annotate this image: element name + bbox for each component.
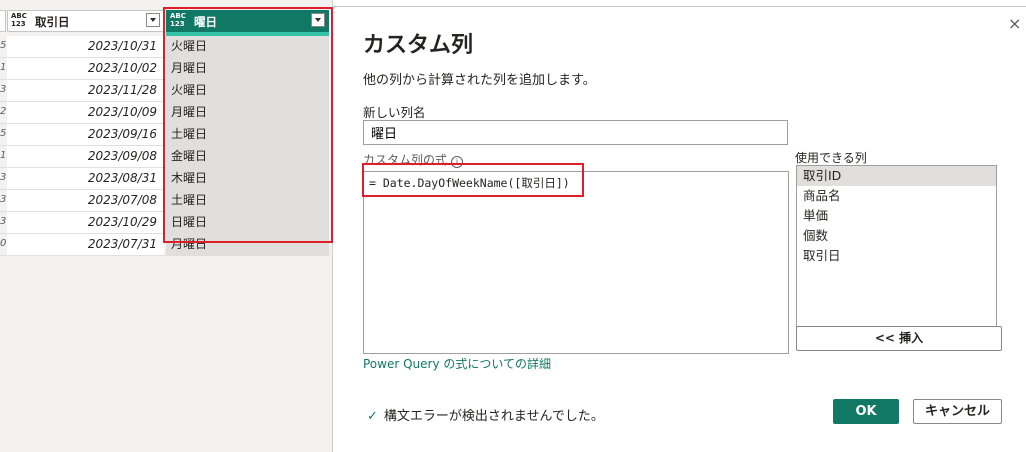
table-cell-date[interactable]: 2023/07/31 — [7, 234, 164, 255]
insert-button[interactable]: << 挿入 — [796, 326, 1002, 351]
highlight-box-column — [163, 7, 333, 243]
cancel-button[interactable]: キャンセル — [913, 399, 1002, 424]
table-cell[interactable]: 3 — [0, 80, 6, 101]
column-filter-button[interactable] — [146, 13, 160, 27]
ok-button[interactable]: OK — [833, 399, 899, 424]
table-cell-date[interactable]: 2023/09/08 — [7, 146, 164, 167]
custom-formula-editor[interactable] — [363, 171, 789, 354]
formula-bar-strip-right — [806, 0, 1026, 7]
new-column-name-input[interactable] — [363, 120, 788, 145]
chevron-down-icon — [150, 18, 156, 22]
table-cell-date[interactable]: 2023/10/31 — [7, 36, 164, 57]
table-cell[interactable]: 3 — [0, 212, 6, 233]
syntax-status: ✓ 構文エラーが検出されませんでした。 — [367, 405, 604, 424]
column-header-partial[interactable] — [0, 10, 6, 32]
table-cell-date[interactable]: 2023/09/16 — [7, 124, 164, 145]
table-cell[interactable]: 1 — [0, 58, 6, 79]
table-cell-date[interactable]: 2023/10/29 — [7, 212, 164, 233]
table-cell[interactable]: 2 — [0, 102, 6, 123]
new-column-name-label: 新しい列名 — [363, 105, 426, 120]
syntax-status-text: 構文エラーが検出されませんでした。 — [383, 409, 604, 424]
list-item[interactable]: 単価 — [797, 206, 996, 226]
table-cell-date[interactable]: 2023/10/02 — [7, 58, 164, 79]
check-icon: ✓ — [367, 409, 378, 424]
list-item[interactable]: 取引ID — [797, 166, 996, 186]
table-cell-date[interactable]: 2023/10/09 — [7, 102, 164, 123]
dialog-description: 他の列から計算された列を追加します。 — [363, 73, 596, 88]
table-cell-date[interactable]: 2023/11/28 — [7, 80, 164, 101]
list-item[interactable]: 取引日 — [797, 246, 996, 266]
power-query-help-link[interactable]: Power Query の式についての詳細 — [363, 355, 551, 372]
table-cell[interactable]: 3 — [0, 190, 6, 211]
available-columns-list[interactable]: 取引ID 商品名 単価 個数 取引日 — [796, 165, 997, 343]
list-item[interactable]: 個数 — [797, 226, 996, 246]
highlight-box-formula — [362, 163, 584, 197]
column-header-torihikibi[interactable]: ABC 123 取引日 — [7, 10, 164, 32]
dialog-title: カスタム列 — [363, 33, 474, 58]
table-cell[interactable]: 5 — [0, 124, 6, 145]
list-item[interactable]: 商品名 — [797, 186, 996, 206]
column-header-label: 取引日 — [35, 15, 70, 29]
table-cell-date[interactable]: 2023/08/31 — [7, 168, 164, 189]
table-cell[interactable]: 1 — [0, 146, 6, 167]
table-cell[interactable]: 0 — [0, 234, 6, 255]
table-cell-date[interactable]: 2023/07/08 — [7, 190, 164, 211]
table-cell[interactable]: 3 — [0, 168, 6, 189]
close-icon[interactable]: × — [1008, 14, 1021, 33]
available-columns-label: 使用できる列 — [795, 151, 867, 165]
any-type-icon[interactable]: ABC 123 — [11, 12, 27, 28]
table-cell[interactable]: 5 — [0, 36, 6, 57]
